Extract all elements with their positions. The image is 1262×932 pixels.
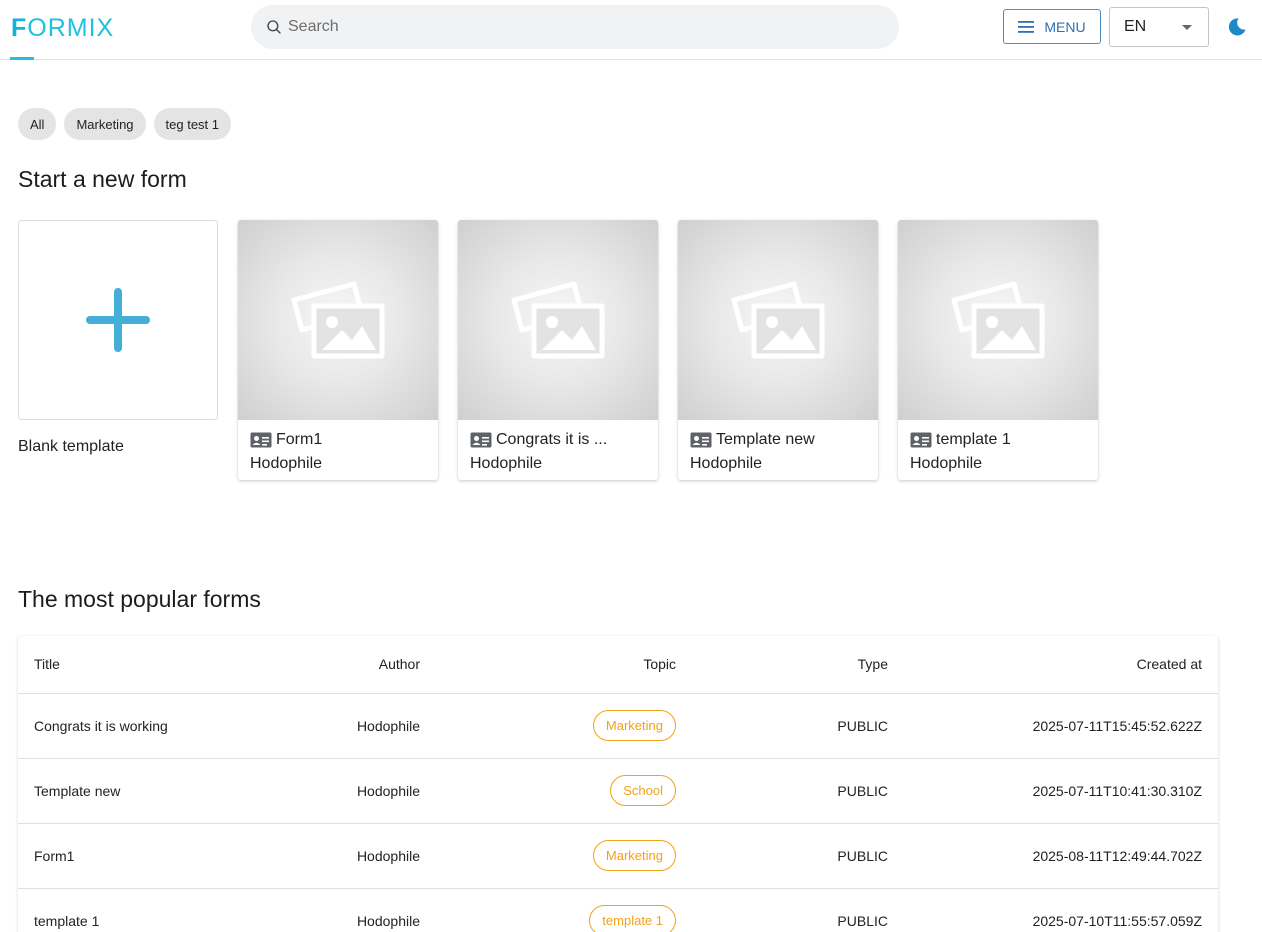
chip-all[interactable]: All (18, 108, 57, 140)
cell-title: Form1 (18, 823, 236, 889)
plus-icon (86, 288, 150, 352)
cell-title: template 1 (18, 888, 236, 932)
chip-marketing[interactable]: Marketing (64, 108, 146, 140)
template-card[interactable]: template 1 Hodophile (898, 220, 1098, 480)
template-title: Form1 (276, 431, 323, 448)
menu-button-label: MENU (1044, 18, 1086, 35)
cell-created-at: 2025-07-11T15:45:52.622Z (904, 693, 1218, 759)
template-image (238, 220, 438, 420)
template-card[interactable]: Congrats it is ... Hodophile (458, 220, 658, 480)
logo-initial: F (11, 14, 28, 42)
table-row[interactable]: Form1 Hodophile Marketing PUBLIC 2025-08… (18, 823, 1218, 889)
cell-type: PUBLIC (692, 888, 904, 932)
table-row[interactable]: Congrats it is working Hodophile Marketi… (18, 693, 1218, 759)
search-icon (267, 20, 281, 34)
image-placeholder-icon (511, 281, 605, 359)
formix-logo[interactable]: FORMIX (11, 14, 114, 43)
template-image (458, 220, 658, 420)
template-title: Congrats it is ... (496, 431, 608, 448)
template-author: Hodophile (250, 455, 323, 472)
cell-title: Congrats it is working (18, 693, 236, 759)
topic-chip[interactable]: School (610, 775, 676, 806)
cell-author: Hodophile (236, 758, 436, 824)
cell-title: Template new (18, 758, 236, 824)
cell-author: Hodophile (236, 888, 436, 932)
template-title: Template new (716, 431, 815, 448)
topic-chip[interactable]: Marketing (592, 840, 676, 871)
logo-text: ORMIX (27, 14, 115, 42)
column-header-topic[interactable]: Topic (436, 636, 692, 694)
topic-chip[interactable]: Marketing (592, 710, 676, 741)
image-placeholder-icon (291, 281, 385, 359)
template-image (898, 220, 1098, 420)
popular-forms-heading: The most popular forms (18, 586, 261, 612)
column-header-author[interactable]: Author (236, 636, 436, 694)
table-row[interactable]: Template new Hodophile School PUBLIC 202… (18, 758, 1218, 824)
hamburger-icon (1018, 20, 1035, 33)
menu-button[interactable]: MENU (1003, 9, 1101, 44)
template-card[interactable]: Form1 Hodophile (238, 220, 438, 480)
moon-icon[interactable] (1227, 17, 1247, 37)
chevron-down-icon (1182, 25, 1192, 30)
logo-active-indicator (10, 57, 34, 60)
language-value: EN (1124, 18, 1147, 35)
new-form-heading: Start a new form (18, 166, 187, 192)
column-header-created-at[interactable]: Created at (904, 636, 1218, 694)
image-placeholder-icon (731, 281, 825, 359)
column-header-type[interactable]: Type (692, 636, 904, 694)
column-header-title[interactable]: Title (18, 636, 236, 694)
popular-forms-table: Title Author Topic Type Created at Congr… (18, 636, 1218, 932)
language-select[interactable]: EN (1109, 7, 1209, 47)
cell-author: Hodophile (236, 693, 436, 759)
template-card[interactable]: Template new Hodophile (678, 220, 878, 480)
topic-chip[interactable]: template 1 (589, 905, 676, 932)
table-row[interactable]: template 1 Hodophile template 1 PUBLIC 2… (18, 888, 1218, 932)
template-author: Hodophile (690, 455, 763, 472)
cell-created-at: 2025-07-10T11:55:57.059Z (904, 888, 1218, 932)
search-input[interactable] (288, 18, 848, 36)
table-header-row: Title Author Topic Type Created at (18, 636, 1218, 694)
template-image (678, 220, 878, 420)
blank-template-card[interactable] (18, 220, 218, 420)
template-author: Hodophile (910, 455, 983, 472)
cell-created-at: 2025-07-11T10:41:30.310Z (904, 758, 1218, 824)
search-bar[interactable] (251, 5, 899, 49)
cell-created-at: 2025-08-11T12:49:44.702Z (904, 823, 1218, 889)
id-card-icon (470, 432, 492, 448)
cell-type: PUBLIC (692, 823, 904, 889)
blank-template-label: Blank template (18, 438, 124, 455)
id-card-icon (250, 432, 272, 448)
category-chips: All Marketing teg test 1 (18, 108, 232, 140)
template-title: template 1 (936, 431, 1011, 448)
id-card-icon (690, 432, 712, 448)
cell-author: Hodophile (236, 823, 436, 889)
template-author: Hodophile (470, 455, 543, 472)
top-app-bar: FORMIX MENU EN (0, 0, 1262, 60)
cell-type: PUBLIC (692, 693, 904, 759)
cell-type: PUBLIC (692, 758, 904, 824)
chip-teg-test-1[interactable]: teg test 1 (153, 108, 232, 140)
image-placeholder-icon (951, 281, 1045, 359)
id-card-icon (910, 432, 932, 448)
